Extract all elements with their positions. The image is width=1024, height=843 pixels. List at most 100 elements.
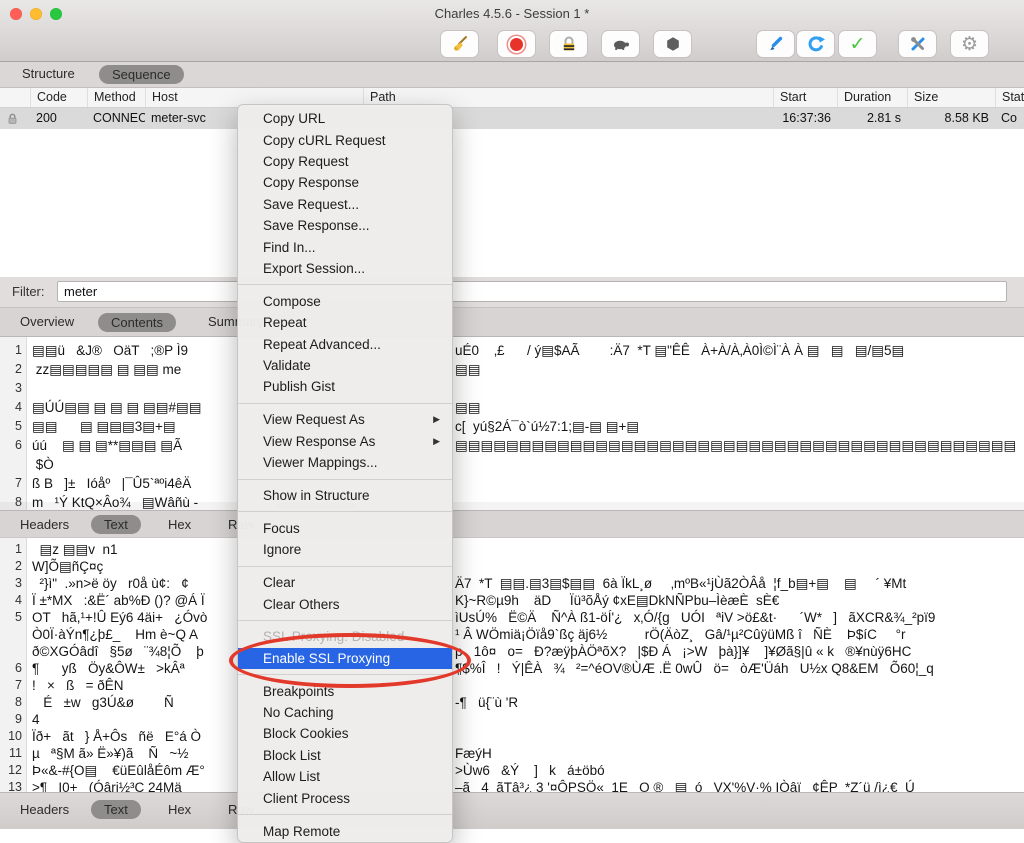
tab-overview[interactable]: Overview [20,314,74,329]
menu-item-clear-others[interactable]: Clear Others [238,593,452,614]
line-text: ▤z ▤▤v n1 [32,542,118,557]
menu-item-block-list[interactable]: Block List [238,745,452,766]
line-text: Ïð+ ãt } Å+Ôs ñë E°á Ò [32,729,201,744]
line-number: 3 [0,381,22,395]
tab-headers[interactable]: Headers [20,517,69,532]
row-lock-icon [0,108,30,129]
menu-item-copy-request[interactable]: Copy Request [238,151,452,172]
menu-item-label: Save Request... [263,197,359,212]
throttle-button[interactable] [602,31,639,57]
minimize-window-button[interactable] [30,8,42,20]
tab-hex-bottom[interactable]: Hex [168,802,191,817]
line-text-right: K}~R©µ9h äD Ïü³õÅý ¢xE▤DkNÑPbu–ÌèæÈ sÈ€ [455,593,779,609]
tab-hex[interactable]: Hex [168,517,191,532]
column-code[interactable]: Code [30,88,87,107]
clear-session-button[interactable] [441,31,478,57]
menu-item-view-request-as[interactable]: View Request As▶ [238,409,452,430]
column-duration[interactable]: Duration [837,88,907,107]
settings-button[interactable]: ⚙ [951,31,988,57]
table-row[interactable]: 200 CONNECT meter-svc 16:37:36 2.81 s 8.… [0,108,1024,129]
line-text: ¶ yß Öy&ÔW± >kÂª [32,661,185,676]
menu-item-label: Viewer Mappings... [263,455,378,470]
code-line: Ò0Ï·àÝn¶¿þ£_ Hm è~Q A ¹ Â WÖmiä¡Öïå9`ßç ä… [0,627,1024,644]
menu-item-viewer-mappings[interactable]: Viewer Mappings... [238,452,452,473]
tools-button[interactable] [899,31,936,57]
code-line: 1▤▤ü &J® OäT ;®P Ì9uÉ0 ‚£ / ý▤$AÃ :Ä7 *T… [0,343,1024,362]
menu-item-label: Clear Others [263,597,340,612]
code-line: 5OT hã,¹+!Û Eý6 4äi+ ¿ÓvòìUsÚ% Ë©Ä Ñ^À ß… [0,610,1024,627]
close-window-button[interactable] [10,8,22,20]
menu-item-ignore[interactable]: Ignore [238,539,452,560]
ssl-proxying-highlight-annotation [229,633,471,688]
menu-item-label: Allow List [263,769,320,784]
menu-item-block-cookies[interactable]: Block Cookies [238,723,452,744]
line-text: ð©XGÓâdî §5ø ¨¾8¦Õ þ [32,644,204,659]
line-number: 1 [0,542,22,556]
menu-item-compose[interactable]: Compose [238,291,452,312]
menu-item-find-in[interactable]: Find In... [238,236,452,257]
menu-item-allow-list[interactable]: Allow List [238,766,452,787]
gear-icon: ⚙ [961,35,978,54]
breakpoints-button[interactable] [654,31,691,57]
filter-label: Filter: [12,284,45,299]
column-method[interactable]: Method [87,88,145,107]
menu-item-save-response[interactable]: Save Response... [238,215,452,236]
column-size[interactable]: Size [907,88,995,107]
cell-status: Co [995,108,1024,129]
validate-button[interactable]: ✓ [839,31,876,57]
code-line: 94 [0,712,1024,729]
menu-item-label: Copy cURL Request [263,133,386,148]
compose-button[interactable] [757,31,794,57]
ssl-proxying-button[interactable] [550,31,587,57]
menu-item-validate[interactable]: Validate [238,355,452,376]
tab-text-bottom[interactable]: Text [91,800,141,819]
cell-method: CONNECT [87,108,145,129]
code-line: 10Ïð+ ãt } Å+Ôs ñë E°á Ò [0,729,1024,746]
filter-input[interactable] [57,281,1007,302]
menu-item-copy-response[interactable]: Copy Response [238,172,452,193]
menu-item-repeat[interactable]: Repeat [238,312,452,333]
line-text-right: –ã 4 ãTâ³¿ 3 '¤ÔPSÖ« 1E O ® ▤ ó VX'%V·% … [455,780,915,792]
menu-item-map-remote[interactable]: Map Remote [238,820,452,841]
tab-headers-bottom[interactable]: Headers [20,802,69,817]
line-text-right: ▤▤ [455,362,481,378]
menu-item-repeat-advanced[interactable]: Repeat Advanced... [238,333,452,354]
line-text: ²}ì" .»n>ë öy r0å ù¢: ¢ [32,576,189,591]
code-line: 8 É ±w g3Ú&ø Ñ-¶ ü{¨ù 'R [0,695,1024,712]
column-icon [0,88,30,107]
menu-item-view-response-as[interactable]: View Response As▶ [238,430,452,451]
menu-item-export-session[interactable]: Export Session... [238,258,452,279]
line-text-right: ¹ Â WÖmiä¡Öïå9`ßç äj6½ rÖ(ÄòZ¸ Gâ/¹µ²Cûÿ… [455,627,906,642]
menu-item-copy-url[interactable]: Copy URL [238,108,452,129]
menu-item-focus[interactable]: Focus [238,518,452,539]
repeat-button[interactable] [797,31,834,57]
tab-sequence[interactable]: Sequence [99,65,184,84]
horizontal-scrollbar[interactable] [0,502,1024,510]
line-number: 5 [0,419,22,433]
code-line: $Ò [0,457,1024,476]
hexagon-icon [663,34,683,54]
menu-item-label: Client Process [263,791,350,806]
menu-item-label: Export Session... [263,261,365,276]
menu-item-clear[interactable]: Clear [238,572,452,593]
record-button[interactable] [498,31,535,57]
line-text: Ò0Ï·àÝn¶¿þ£_ Hm è~Q A [32,627,198,642]
menu-item-label: Find In... [263,240,316,255]
menu-item-publish-gist[interactable]: Publish Gist [238,376,452,397]
zoom-window-button[interactable] [50,8,62,20]
menu-item-no-caching[interactable]: No Caching [238,702,452,723]
tab-structure[interactable]: Structure [22,66,75,81]
menu-item-save-request[interactable]: Save Request... [238,194,452,215]
column-start[interactable]: Start [773,88,837,107]
column-status[interactable]: Status [995,88,1024,107]
request-table-body [0,129,1024,277]
tab-contents[interactable]: Contents [98,313,176,332]
menu-item-label: Validate [263,358,311,373]
line-number: 12 [0,763,22,777]
menu-item-copy-curl-request[interactable]: Copy cURL Request [238,129,452,150]
menu-item-show-in-structure[interactable]: Show in Structure [238,485,452,506]
tab-text[interactable]: Text [91,515,141,534]
menu-item-client-process[interactable]: Client Process [238,787,452,808]
line-text: ▤▤ ▤ ▤▤▤3▤+▤ [32,419,176,434]
code-line: 6¶ yß Öy&ÔW± >kÂª¶$%Î ! Ý|ÊÀ ¾ ²=^éOV®ÙÆ… [0,661,1024,678]
